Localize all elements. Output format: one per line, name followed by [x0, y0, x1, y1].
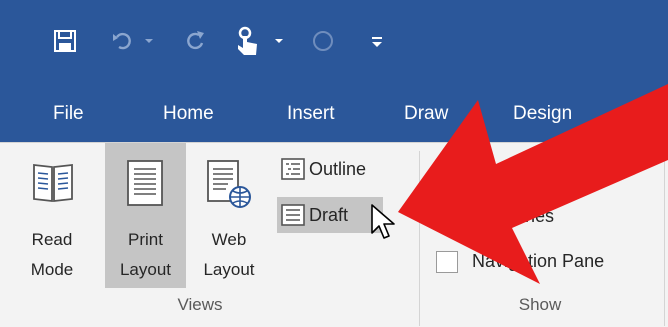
ruler-checkbox[interactable] [436, 161, 458, 183]
undo-icon[interactable] [110, 28, 136, 54]
redo-icon[interactable] [182, 28, 208, 54]
group-separator [419, 151, 420, 326]
web-layout-label-1: Web [211, 230, 247, 249]
views-group-label: Views [177, 295, 223, 314]
tab-insert[interactable]: Insert [287, 86, 335, 142]
read-mode-button[interactable]: Read Mode [26, 143, 78, 288]
touch-dropdown-icon[interactable] [272, 31, 286, 51]
tab-design[interactable]: Design [513, 86, 572, 142]
outline-button[interactable]: Outline [277, 151, 397, 187]
print-layout-icon [127, 160, 163, 206]
tab-draw[interactable]: Draw [404, 86, 448, 142]
web-layout-button[interactable]: Web Layout [190, 143, 268, 288]
print-layout-label-2: Layout [119, 260, 172, 279]
print-layout-button[interactable]: Print Layout [105, 143, 186, 288]
tab-file[interactable]: File [53, 86, 84, 142]
gridlines-label: lines [517, 206, 555, 226]
show-group-label: Show [518, 295, 562, 314]
navigation-pane-label: Navigation Pane [472, 251, 605, 271]
outline-icon [277, 151, 309, 187]
web-layout-label-2: Layout [203, 260, 255, 279]
gridlines-checkbox[interactable] [436, 207, 458, 229]
draft-button[interactable]: Draft [277, 197, 383, 233]
read-mode-icon [33, 163, 73, 203]
draft-label: Draft [309, 204, 349, 225]
quick-access-toolbar [0, 0, 668, 86]
group-separator-right [664, 151, 665, 326]
read-mode-label-2: Mode [30, 260, 74, 279]
circle-icon[interactable] [310, 28, 336, 54]
touch-mode-icon[interactable] [233, 25, 263, 57]
navigation-pane-checkbox[interactable] [436, 251, 458, 273]
customize-qat-icon[interactable] [369, 31, 385, 51]
checkmark-icon [440, 166, 454, 178]
ribbon-view-tab: Read Mode Print Layout Web Layout Outlin… [0, 142, 668, 327]
print-layout-label-1: Print [128, 230, 163, 249]
tab-home[interactable]: Home [163, 86, 214, 142]
draft-icon [277, 197, 309, 233]
outline-label: Outline [309, 158, 367, 179]
tab-page-layout[interactable]: Pa [647, 86, 668, 142]
word-window: File Home Insert Draw Design Pa Read Mod… [0, 0, 668, 327]
save-icon[interactable] [51, 27, 79, 55]
read-mode-label-1: Read [31, 230, 73, 249]
ribbon-tabs: File Home Insert Draw Design Pa [0, 86, 668, 142]
web-layout-icon [207, 160, 251, 208]
dropdown-icon[interactable] [142, 31, 156, 51]
